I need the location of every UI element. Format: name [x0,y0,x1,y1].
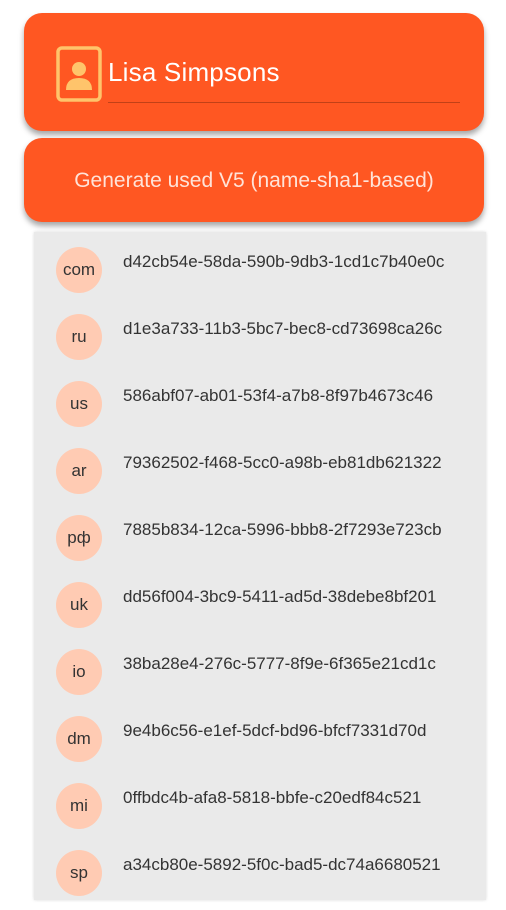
tld-badge: uk [56,582,102,628]
uuid-text: dd56f004-3bc9-5411-ad5d-38debe8bf201 [123,587,437,606]
uuid-text: 0ffbdc4b-afa8-5818-bbfe-c20edf84c521 [123,788,422,807]
name-input-underline [108,102,460,103]
uuid-text: 79362502-f468-5cc0-a98b-eb81db621322 [123,453,442,472]
tld-badge: io [56,649,102,695]
uuid-text: 7885b834-12ca-5996-bbb8-2f7293e723cb [123,520,442,539]
tld-badge: com [56,247,102,293]
uuid-text: d1e3a733-11b3-5bc7-bec8-cd73698ca26c [123,319,443,338]
tld-badge: sp [56,850,102,896]
list-item[interactable]: uk dd56f004-3bc9-5411-ad5d-38debe8bf201 [34,575,486,642]
name-input-value[interactable]: Lisa Simpsons [108,57,280,88]
list-item[interactable]: ar 79362502-f468-5cc0-a98b-eb81db621322 [34,441,486,508]
contact-card-icon [56,46,102,102]
list-item[interactable]: io 38ba28e4-276c-5777-8f9e-6f365e21cd1c [34,642,486,709]
uuid-text: 38ba28e4-276c-5777-8f9e-6f365e21cd1c [123,654,436,673]
tld-badge: ar [56,448,102,494]
list-item[interactable]: com d42cb54e-58da-590b-9db3-1cd1c7b40e0c [34,240,486,307]
list-item[interactable]: рф 7885b834-12ca-5996-bbb8-2f7293e723cb [34,508,486,575]
list-item[interactable]: dm 9e4b6c56-e1ef-5dcf-bd96-bfcf7331d70d [34,709,486,776]
tld-badge: рф [56,515,102,561]
tld-badge: us [56,381,102,427]
generate-v5-button[interactable]: Generate used V5 (name-sha1-based) [24,138,484,222]
generate-v5-button-label: Generate used V5 (name-sha1-based) [74,169,434,192]
uuid-text: a34cb80e-5892-5f0c-bad5-dc74a6680521 [123,855,441,874]
tld-badge: mi [56,783,102,829]
uuid-text: d42cb54e-58da-590b-9db3-1cd1c7b40e0c [123,252,445,271]
tld-badge: ru [56,314,102,360]
list-item[interactable]: mi 0ffbdc4b-afa8-5818-bbfe-c20edf84c521 [34,776,486,843]
list-item[interactable]: us 586abf07-ab01-53f4-a7b8-8f97b4673c46 [34,374,486,441]
uuid-text: 586abf07-ab01-53f4-a7b8-8f97b4673c46 [123,386,434,405]
tld-badge: dm [56,716,102,762]
name-input-card[interactable]: Lisa Simpsons [24,13,484,131]
list-item[interactable]: ru d1e3a733-11b3-5bc7-bec8-cd73698ca26c [34,307,486,374]
uuid-list[interactable]: com d42cb54e-58da-590b-9db3-1cd1c7b40e0c… [34,232,486,900]
uuid-text: 9e4b6c56-e1ef-5dcf-bd96-bfcf7331d70d [123,721,427,740]
